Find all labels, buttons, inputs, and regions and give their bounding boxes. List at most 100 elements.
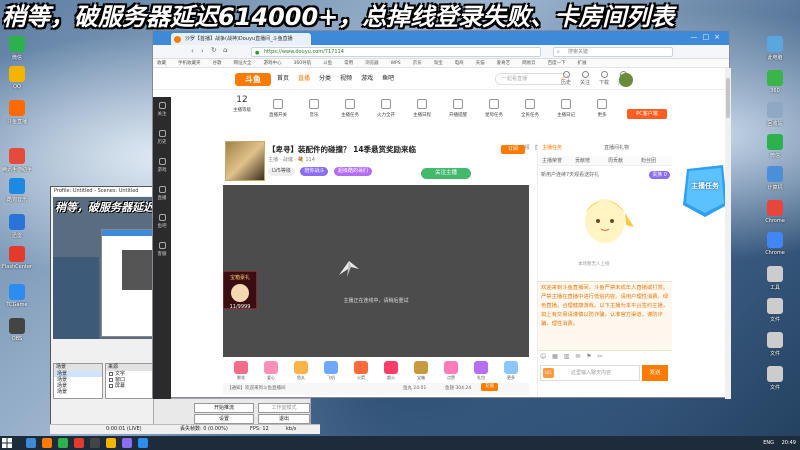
gift-item[interactable]: 宝箱 — [411, 361, 431, 381]
treasure-box[interactable]: 宝箱豪礼 11/9999 — [223, 271, 257, 310]
chat-rank-tab[interactable]: 周贡献 — [608, 156, 623, 166]
checkbox-icon[interactable] — [109, 383, 113, 388]
desktop-icon[interactable]: 微信 — [2, 36, 32, 70]
gift-item[interactable]: 爱心 — [261, 361, 281, 381]
bookmark-item[interactable]: 斗鱼 — [323, 61, 332, 66]
gift-item[interactable]: 鲜花 — [231, 361, 251, 381]
anchor-tool-item[interactable]: 开播提醒 — [441, 93, 475, 118]
taskbar-app-icon[interactable] — [58, 438, 68, 448]
user-menu-item[interactable]: 历史 — [557, 71, 575, 86]
gift-item[interactable]: 礼包 — [471, 361, 491, 381]
obs-settings-button[interactable]: 设置 — [194, 414, 254, 424]
pc-client-button[interactable]: PC客户端 — [627, 109, 667, 119]
taskbar-app-icon[interactable] — [42, 438, 52, 448]
anchor-tool-item[interactable]: 直播开关 — [261, 93, 295, 118]
chat-top-tab[interactable]: 直播间礼物 — [604, 143, 629, 153]
bookmark-item[interactable]: 手机收藏夹 — [178, 61, 201, 66]
desktop-icon[interactable]: 计算机 — [760, 166, 790, 200]
checkbox-icon[interactable] — [109, 377, 113, 382]
studio-mode-button[interactable]: 工作室模式 — [258, 403, 310, 413]
anchor-tool-item[interactable]: 主播日程 — [405, 93, 439, 118]
page-scrollbar[interactable] — [725, 68, 731, 399]
anchor-tool-item[interactable]: 火力全开 — [369, 93, 403, 118]
gift-item[interactable]: 点赞 — [441, 361, 461, 381]
desktop-icon[interactable]: 此电脑 — [760, 36, 790, 70]
send-button[interactable]: 发送 — [642, 365, 668, 381]
desktop-icon[interactable]: 斗鱼直播 — [2, 100, 32, 134]
chat-input[interactable]: LV1 这里输入聊天内容 — [540, 365, 640, 381]
avatar[interactable] — [619, 73, 633, 87]
obs-source-item[interactable]: 屏幕 — [106, 383, 154, 389]
bookmark-item[interactable]: 淘宝 — [434, 61, 443, 66]
taskbar-app-icon[interactable] — [26, 438, 36, 448]
chat-rank-tab[interactable]: 主播荣誉 — [542, 156, 562, 166]
room-tag-1[interactable]: 陪你战斗 — [300, 167, 329, 176]
anchor-tool-item[interactable]: 星际任务 — [477, 93, 511, 118]
obs-scenes-panel[interactable]: 场景 场景 场景 场景 场景 — [53, 363, 103, 399]
bookmark-item[interactable]: 扩展 — [578, 61, 587, 66]
forward-icon[interactable]: › — [201, 47, 204, 55]
sidebar-item[interactable]: 游戏 — [153, 153, 171, 181]
desktop-icon[interactable]: 酷狗音乐 — [2, 178, 32, 212]
bookmark-item[interactable]: 天猫 — [476, 61, 485, 66]
desktop-icon[interactable]: 文件 — [760, 332, 790, 366]
bookmark-item[interactable]: WPS — [391, 61, 401, 66]
gift-item[interactable]: 超火 — [381, 361, 401, 381]
desktop-icon[interactable]: QQ — [2, 66, 32, 100]
obs-sources-panel[interactable]: 来源 文字 窗口 屏幕 — [105, 363, 155, 399]
home-icon[interactable]: ⌂ — [223, 46, 227, 54]
taskbar-app-icon[interactable] — [74, 438, 84, 448]
desktop-icon[interactable]: Chrome — [760, 232, 790, 266]
url-input[interactable]: ● https://www.douyu.com/717114 — [251, 47, 541, 57]
nav-item[interactable]: 直播 — [298, 75, 310, 82]
follow-button[interactable]: 关注主播 — [421, 168, 471, 179]
room-tag-2[interactable]: 超级酷的哥们 — [334, 167, 373, 176]
windows-start-icon[interactable] — [2, 438, 12, 448]
desktop-icon[interactable]: 360 — [760, 70, 790, 104]
obs-exit-button[interactable]: 退出 — [258, 414, 310, 424]
bookmark-item[interactable]: 常用 — [344, 61, 353, 66]
gift-item[interactable]: 鱼丸 — [291, 361, 311, 381]
chat-rank-tab[interactable]: 贡献榜 — [575, 156, 590, 166]
sidebar-item[interactable]: 鱼吧 — [153, 209, 171, 237]
anchor-tool-item[interactable]: 主播任务 — [333, 93, 367, 118]
bookmark-item[interactable]: 电商 — [455, 61, 464, 66]
bookmark-item[interactable]: 百度一下 — [548, 61, 566, 66]
bookmark-item[interactable]: 网易云 — [522, 61, 536, 66]
subscribe-button[interactable]: 订阅 — [501, 145, 525, 154]
bookmark-item[interactable]: 游戏中心 — [264, 61, 282, 66]
nav-item[interactable]: 首页 — [277, 75, 289, 82]
taskbar-app-icon[interactable] — [122, 438, 132, 448]
promo-badge-icon[interactable] — [679, 161, 731, 221]
video-player[interactable]: 主播正在连线中，请稍后重试 — [223, 185, 529, 357]
checkbox-icon[interactable] — [109, 371, 113, 376]
bookmark-item[interactable]: 爱奇艺 — [497, 61, 511, 66]
desktop-icon[interactable]: OBS — [2, 318, 32, 352]
desktop-icon[interactable]: 文件 — [760, 366, 790, 400]
start-stream-button[interactable]: 开始推流 — [194, 403, 254, 413]
sidebar-item[interactable]: 关注 — [153, 97, 171, 125]
promo-label[interactable]: 主播任务 — [683, 181, 727, 191]
douyu-logo[interactable]: 斗鱼 — [235, 73, 271, 86]
desktop-icon[interactable]: FlashCenter — [2, 246, 32, 280]
browser-search-input[interactable]: ⌕ 搜索关键 — [553, 47, 673, 57]
anchor-tool-item[interactable]: 音乐 — [297, 93, 331, 118]
chat-tools[interactable]: ☺ ▦ ▥ ✉ ⚑ ✂ — [538, 353, 672, 363]
nav-item[interactable]: 视频 — [340, 75, 352, 82]
bookmark-item[interactable]: 360导航 — [294, 61, 312, 66]
anchor-tool-item[interactable]: 12 主播等级 — [225, 93, 259, 113]
chat-top-tab[interactable]: 主播任务 — [542, 143, 562, 153]
chat-rank-tab[interactable]: 粉丝团 — [641, 156, 656, 166]
gift-item[interactable]: 更多 — [501, 361, 521, 381]
desktop-icon[interactable]: 腾讯手游助手 — [2, 148, 32, 182]
bookmark-item[interactable]: 京东 — [413, 61, 422, 66]
anchor-tool-item[interactable]: 主播日记 — [549, 93, 583, 118]
nav-item[interactable]: 分类 — [319, 75, 331, 82]
obs-scene-item[interactable]: 场景 — [54, 389, 102, 395]
gift-item[interactable]: 飞机 — [321, 361, 341, 381]
recharge-button[interactable]: 充值 — [481, 383, 498, 391]
tray-clock[interactable]: 20:49 — [782, 440, 796, 446]
nav-item[interactable]: 鱼吧 — [382, 75, 394, 82]
anchor-tool-item[interactable]: 更多 — [585, 93, 619, 118]
taskbar-app-icon[interactable] — [90, 438, 100, 448]
